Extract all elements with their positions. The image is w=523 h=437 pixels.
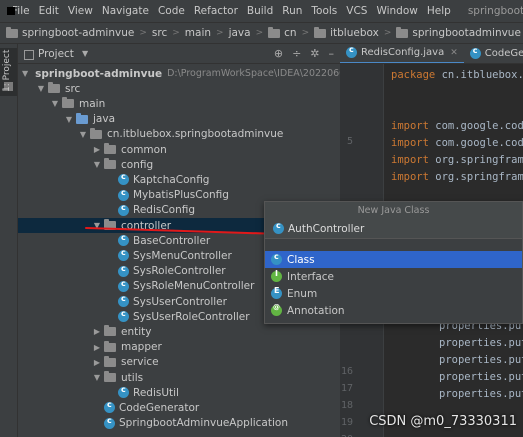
kind-interface[interactable]: Interface xyxy=(265,268,522,285)
class-icon xyxy=(271,252,282,265)
class-icon xyxy=(273,221,284,234)
class-kind-list: Class Interface Enum Annotation xyxy=(265,239,522,319)
interface-icon xyxy=(271,269,282,282)
red-underline-controller xyxy=(85,227,283,235)
annotation-icon xyxy=(271,303,282,316)
watermark: CSDN @m0_73330311 xyxy=(369,414,517,429)
new-java-class-popup: New Java Class AuthController Class Inte… xyxy=(264,201,523,324)
enum-icon xyxy=(271,286,282,299)
class-name-input[interactable]: AuthController xyxy=(288,223,364,235)
kind-enum[interactable]: Enum xyxy=(265,285,522,302)
kind-annotation[interactable]: Annotation xyxy=(265,302,522,319)
kind-class[interactable]: Class xyxy=(265,251,522,268)
class-name-field[interactable]: AuthController xyxy=(265,219,522,239)
popup-title: New Java Class xyxy=(265,202,522,219)
